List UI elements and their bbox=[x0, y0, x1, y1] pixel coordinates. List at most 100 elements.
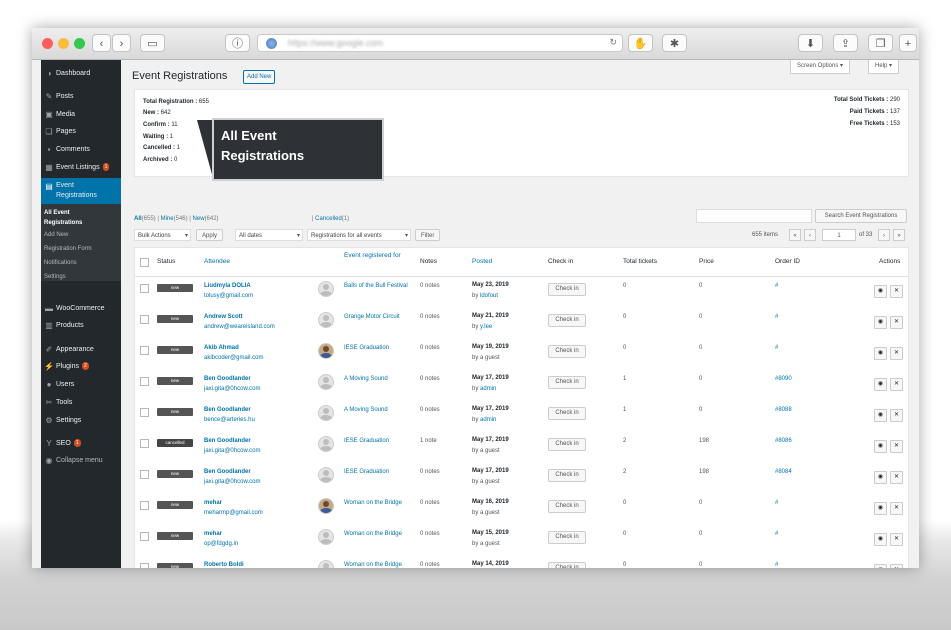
view-button[interactable]: ◉ bbox=[874, 316, 887, 329]
attendee-name[interactable]: Roberto Boldi bbox=[204, 560, 271, 568]
attendee-email[interactable]: meharmp@gmail.com bbox=[204, 508, 263, 518]
order-id-link[interactable]: # bbox=[775, 500, 778, 506]
sidebar-item-event-listings[interactable]: ▦ Event Listings 1 bbox=[41, 159, 121, 177]
filter-mine[interactable]: Mine bbox=[161, 216, 174, 222]
check-in-button[interactable]: Check in bbox=[548, 562, 586, 568]
submenu-settings[interactable]: Settings bbox=[41, 270, 121, 284]
view-button[interactable]: ◉ bbox=[874, 378, 887, 391]
help-button[interactable]: Help ▾ bbox=[868, 60, 900, 74]
filter-cancelled[interactable]: Cancelled bbox=[315, 216, 342, 222]
attendee-name[interactable]: Akib Ahmad bbox=[204, 343, 263, 353]
check-in-button[interactable]: Check in bbox=[548, 407, 586, 420]
filter-new[interactable]: New bbox=[193, 216, 205, 222]
submenu-notifications[interactable]: Notifications bbox=[41, 256, 121, 270]
event-link[interactable]: A Moving Sound bbox=[344, 405, 414, 415]
view-button[interactable]: ◉ bbox=[874, 409, 887, 422]
check-in-button[interactable]: Check in bbox=[548, 438, 586, 451]
attendee-email[interactable]: akibcoder@gmail.com bbox=[204, 353, 263, 363]
delete-button[interactable]: ✕ bbox=[890, 285, 903, 298]
event-link[interactable]: Woman on the Bridge bbox=[344, 560, 414, 568]
submenu-add-new[interactable]: Add New bbox=[41, 228, 121, 242]
next-page-button[interactable]: › bbox=[878, 229, 890, 241]
order-id-link[interactable]: # bbox=[775, 314, 778, 320]
check-in-button[interactable]: Check in bbox=[548, 531, 586, 544]
sidebar-item-settings[interactable]: ⚙ Settings bbox=[41, 412, 121, 430]
attendee-name[interactable]: Ben Goodlander bbox=[204, 405, 255, 415]
attendee-email[interactable]: bence@arteries.hu bbox=[204, 415, 255, 425]
sidebar-item-users[interactable]: ● Users bbox=[41, 376, 121, 394]
attendee-name[interactable]: mehar bbox=[204, 498, 263, 508]
view-button[interactable]: ◉ bbox=[874, 471, 887, 484]
event-link[interactable]: IESE Graduation bbox=[344, 343, 414, 353]
row-checkbox[interactable] bbox=[140, 408, 149, 417]
first-page-button[interactable]: « bbox=[789, 229, 801, 241]
posted-by-link[interactable]: y.lee bbox=[480, 324, 492, 330]
new-tab-button[interactable]: + bbox=[899, 34, 917, 52]
sidebar-item-products[interactable]: ▥ Products bbox=[41, 317, 121, 335]
check-in-button[interactable]: Check in bbox=[548, 283, 586, 296]
posted-by-link[interactable]: ldofout bbox=[480, 293, 498, 299]
sidebar-item-dashboard[interactable]: ◑ Dashboard bbox=[41, 65, 121, 83]
delete-button[interactable]: ✕ bbox=[890, 502, 903, 515]
submenu-registration-form[interactable]: Registration Form bbox=[41, 242, 121, 256]
attendee-email[interactable]: andrew@weareisland.com bbox=[204, 322, 275, 332]
event-link[interactable]: Woman on the Bridge bbox=[344, 498, 414, 508]
order-id-link[interactable]: #8086 bbox=[775, 438, 792, 444]
col-posted[interactable]: Posted bbox=[472, 258, 492, 265]
row-checkbox[interactable] bbox=[140, 284, 149, 293]
attendee-name[interactable]: Ben Goodlander bbox=[204, 374, 260, 384]
row-checkbox[interactable] bbox=[140, 532, 149, 541]
sidebar-item-woocommerce[interactable]: ▬ WooCommerce bbox=[41, 300, 121, 318]
attendee-email[interactable]: jaxi.gita@0hcow.com bbox=[204, 477, 260, 487]
event-link[interactable]: A Moving Sound bbox=[344, 374, 414, 384]
dates-select[interactable]: All dates bbox=[235, 229, 303, 242]
order-id-link[interactable]: #8084 bbox=[775, 469, 792, 475]
view-button[interactable]: ◉ bbox=[874, 533, 887, 546]
order-id-link[interactable]: # bbox=[775, 531, 778, 537]
delete-button[interactable]: ✕ bbox=[890, 471, 903, 484]
delete-button[interactable]: ✕ bbox=[890, 316, 903, 329]
check-in-button[interactable]: Check in bbox=[548, 376, 586, 389]
order-id-link[interactable]: # bbox=[775, 283, 778, 289]
delete-button[interactable]: ✕ bbox=[890, 378, 903, 391]
attendee-name[interactable]: Ben Goodlander bbox=[204, 436, 260, 446]
event-link[interactable]: Grange Motor Circuit bbox=[344, 312, 414, 322]
view-button[interactable]: ◉ bbox=[874, 285, 887, 298]
attendee-email[interactable]: op@fdgdg.in bbox=[204, 539, 238, 549]
event-link[interactable]: Woman on the Bridge bbox=[344, 529, 414, 539]
attendee-email[interactable]: tolusy@gmail.com bbox=[204, 291, 253, 301]
close-window-button[interactable] bbox=[42, 38, 53, 49]
attendee-name[interactable]: Ben Goodlander bbox=[204, 467, 260, 477]
screen-options-button[interactable]: Screen Options ▾ bbox=[790, 60, 851, 74]
view-button[interactable]: ◉ bbox=[874, 502, 887, 515]
forward-button[interactable]: › bbox=[112, 34, 131, 52]
address-bar[interactable]: https://www.google.com ↻ bbox=[257, 34, 623, 52]
delete-button[interactable]: ✕ bbox=[890, 440, 903, 453]
search-input[interactable] bbox=[696, 209, 812, 223]
sidebar-item-tools[interactable]: ✂ Tools bbox=[41, 394, 121, 412]
view-button[interactable]: ◉ bbox=[874, 347, 887, 360]
check-in-button[interactable]: Check in bbox=[548, 314, 586, 327]
sidebar-item-plugins[interactable]: ⚡ Plugins 2 bbox=[41, 358, 121, 376]
sidebar-item-posts[interactable]: ✎ Posts bbox=[41, 88, 121, 106]
check-in-button[interactable]: Check in bbox=[548, 469, 586, 482]
order-id-link[interactable]: # bbox=[775, 345, 778, 351]
posted-by-link[interactable]: admin bbox=[480, 386, 496, 392]
event-link[interactable]: IESE Graduation bbox=[344, 467, 414, 477]
sidebar-collapse-menu[interactable]: ◉ Collapse menu bbox=[41, 452, 121, 470]
sidebar-item-event-registrations[interactable]: ▤ Event Registrations bbox=[41, 178, 121, 204]
attendee-name[interactable]: Liudmyla DOLIA bbox=[204, 281, 253, 291]
attendee-email[interactable]: jaxi.gita@0hcow.com bbox=[204, 384, 260, 394]
events-select[interactable]: Registrations for all events bbox=[307, 229, 411, 242]
delete-button[interactable]: ✕ bbox=[890, 409, 903, 422]
extension-button[interactable]: ✋ bbox=[628, 34, 653, 52]
apply-button[interactable]: Apply bbox=[196, 229, 224, 241]
select-all-checkbox[interactable] bbox=[140, 258, 149, 267]
row-checkbox[interactable] bbox=[140, 346, 149, 355]
attendee-name[interactable]: mehar bbox=[204, 529, 238, 539]
row-checkbox[interactable] bbox=[140, 439, 149, 448]
delete-button[interactable]: ✕ bbox=[890, 347, 903, 360]
minimize-window-button[interactable] bbox=[58, 38, 69, 49]
col-event[interactable]: Event registered for bbox=[344, 252, 408, 260]
sidebar-toggle-button[interactable]: ▭ bbox=[140, 34, 165, 52]
